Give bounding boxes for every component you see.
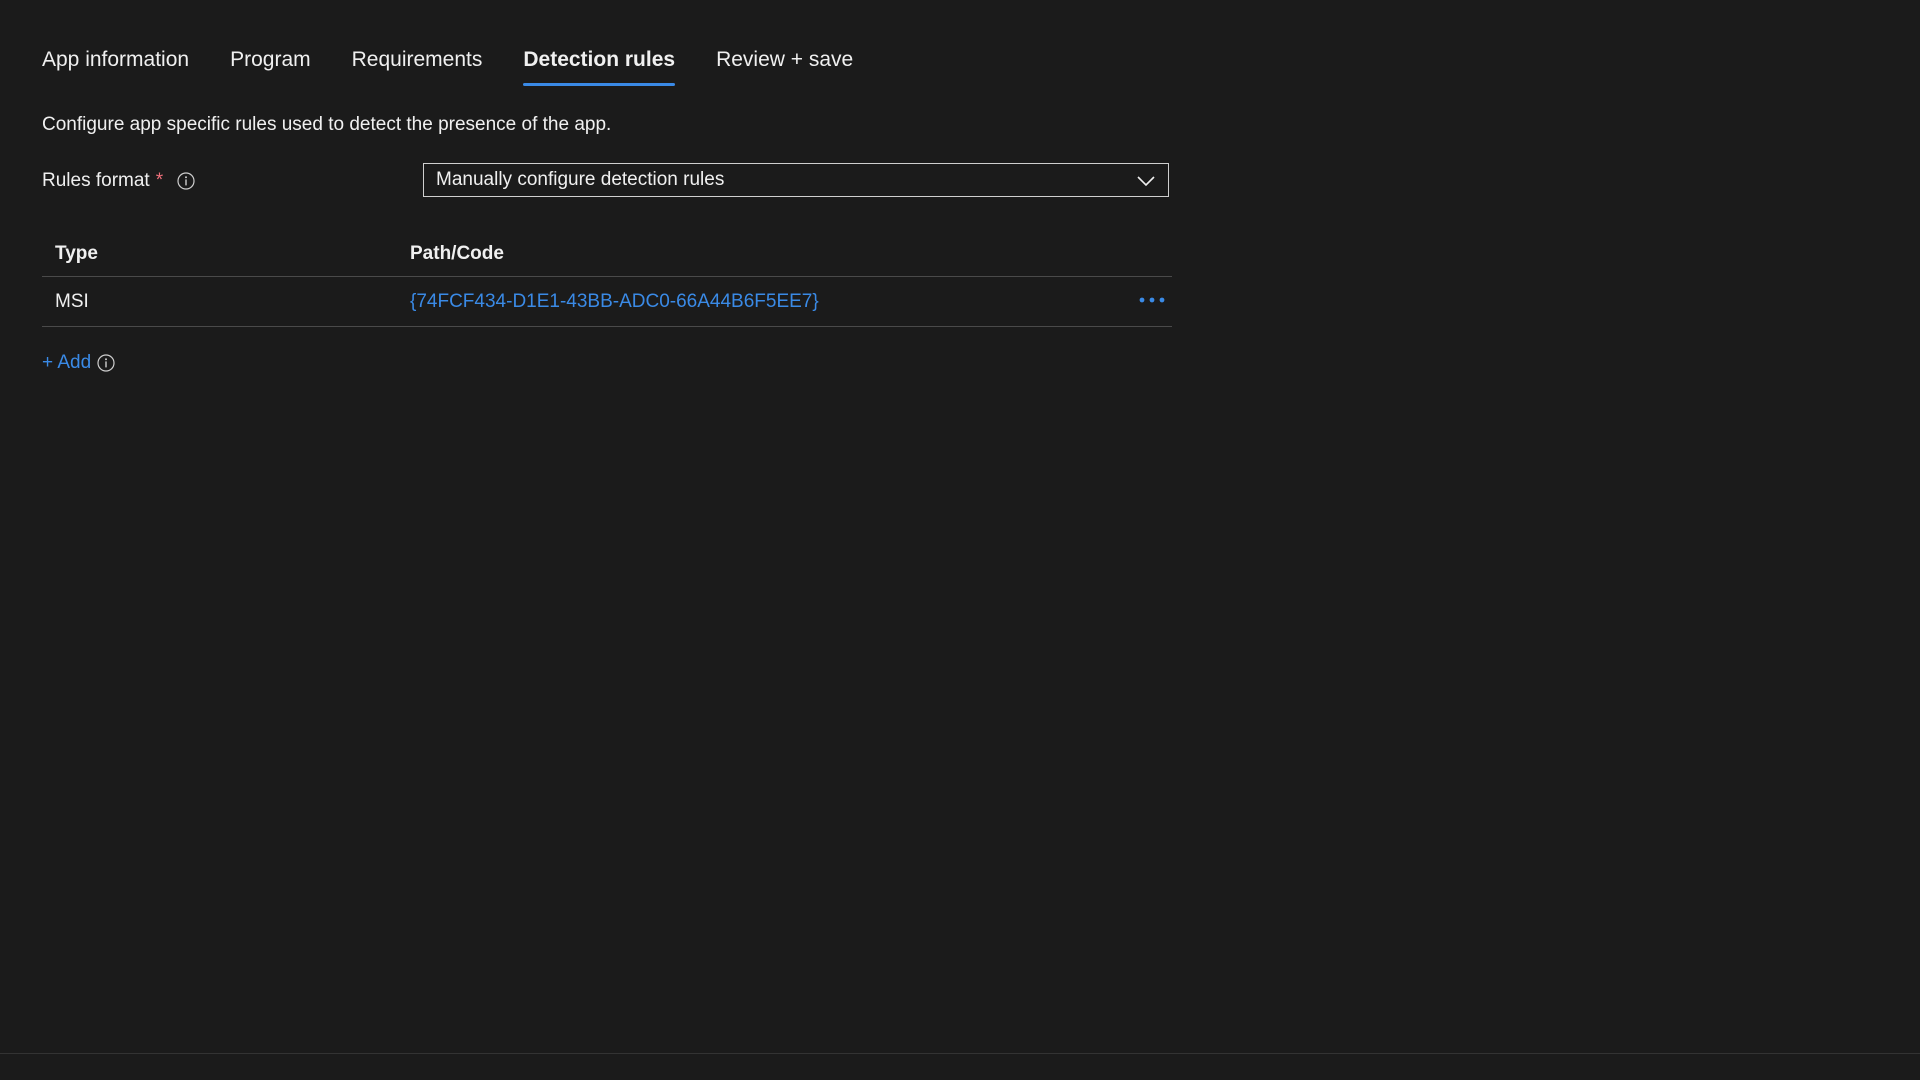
more-icon[interactable] — [1132, 297, 1172, 303]
rules-format-value: Manually configure detection rules — [436, 169, 725, 190]
tab-bar: App information Program Requirements Det… — [42, 48, 894, 86]
add-rule-button[interactable]: + Add — [42, 352, 91, 374]
table-row: MSI {74FCF434-D1E1-43BB-ADC0-66A44B6F5EE… — [42, 277, 1172, 327]
rules-format-label: Rules format — [42, 170, 150, 191]
rule-path-link[interactable]: {74FCF434-D1E1-43BB-ADC0-66A44B6F5EE7} — [410, 291, 1132, 313]
detection-rules-page: App information Program Requirements Det… — [0, 0, 1920, 1080]
info-icon[interactable] — [97, 354, 115, 372]
detection-rules-table: Type Path/Code MSI {74FCF434-D1E1-43BB-A… — [42, 232, 1172, 327]
footer-divider — [0, 1053, 1920, 1054]
table-header: Type Path/Code — [42, 232, 1172, 277]
rules-format-dropdown[interactable]: Manually configure detection rules — [423, 163, 1169, 197]
chevron-down-icon — [1136, 174, 1156, 187]
tab-review-save[interactable]: Review + save — [716, 48, 853, 86]
tab-app-information[interactable]: App information — [42, 48, 189, 86]
rule-type-cell: MSI — [55, 290, 89, 312]
add-rule-group: + Add — [42, 352, 115, 374]
tab-requirements[interactable]: Requirements — [352, 48, 483, 86]
info-icon[interactable] — [177, 172, 195, 190]
required-marker: * — [155, 170, 164, 191]
tab-detection-rules[interactable]: Detection rules — [523, 48, 675, 86]
rules-format-label-group: Rules format * — [42, 170, 195, 192]
column-header-type: Type — [55, 243, 98, 264]
tab-program[interactable]: Program — [230, 48, 311, 86]
column-header-path: Path/Code — [410, 243, 504, 264]
page-description: Configure app specific rules used to det… — [42, 114, 612, 135]
